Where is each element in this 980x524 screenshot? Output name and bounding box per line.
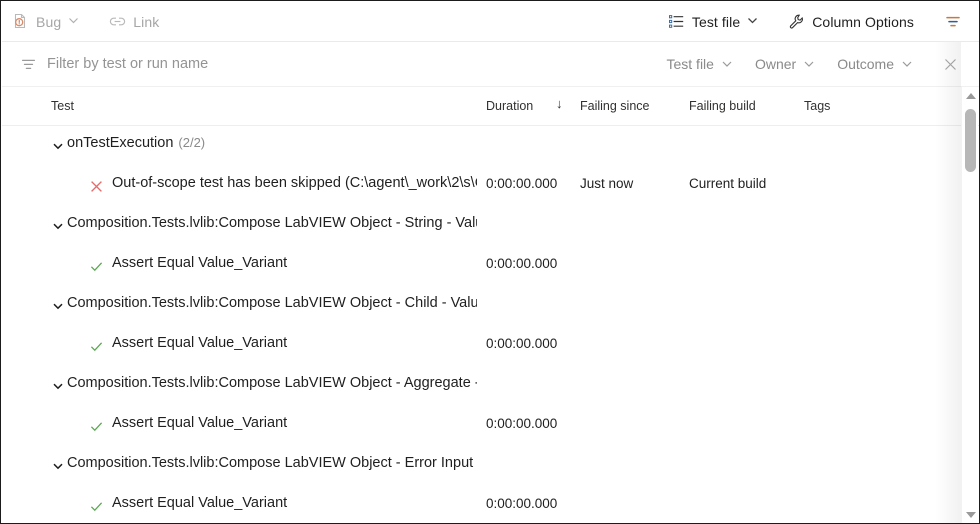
chevron-down-icon[interactable] xyxy=(51,379,65,393)
test-case-name: Assert Equal Value_Variant xyxy=(112,415,288,431)
test-case-name: Out-of-scope test has been skipped (C:\a… xyxy=(112,175,477,191)
filter-dropdown-outcome[interactable]: Outcome xyxy=(828,50,922,78)
triangle-up-icon xyxy=(965,92,976,99)
filter-dropdown-owner[interactable]: Owner xyxy=(746,50,824,78)
chevron-down-icon[interactable] xyxy=(51,299,65,313)
filter-dropdown-owner-label: Owner xyxy=(754,56,797,72)
filter-dropdown-outcome-label: Outcome xyxy=(837,56,894,72)
filter-icon xyxy=(20,56,37,73)
table-row[interactable]: Out-of-scope test has been skipped (C:\a… xyxy=(2,166,979,206)
close-icon xyxy=(943,57,958,72)
filter-toggle-button[interactable] xyxy=(938,8,968,36)
cell-failing_since: Just now xyxy=(580,176,634,191)
checkmark-icon xyxy=(88,338,104,354)
test-case-name: Assert Equal Value_Variant xyxy=(112,335,288,351)
close-filter-button[interactable] xyxy=(936,50,964,78)
column-header-failing-since[interactable]: Failing since xyxy=(580,99,649,113)
link-button-label: Link xyxy=(133,13,160,30)
toolbar-right-group: Test file Column Options xyxy=(658,8,979,36)
link-icon xyxy=(109,13,126,30)
test-group-row[interactable]: Composition.Tests.lvlib:Compose LabVIEW … xyxy=(2,446,979,486)
chevron-down-icon xyxy=(901,58,913,70)
vertical-scrollbar[interactable] xyxy=(961,87,978,523)
bug-button[interactable]: Bug xyxy=(4,8,87,36)
column-header-tags[interactable]: Tags xyxy=(804,99,830,113)
scroll-down-arrow[interactable] xyxy=(962,506,979,523)
scroll-thumb[interactable] xyxy=(965,109,976,172)
chevron-down-icon xyxy=(721,58,733,70)
link-button[interactable]: Link xyxy=(101,8,167,35)
table-row[interactable]: Assert Equal Value_Variant 0:00:00.000 xyxy=(2,486,979,523)
bug-button-label: Bug xyxy=(36,13,62,30)
checkmark-icon xyxy=(88,418,104,434)
test-results-list[interactable]: onTestExecution (2/2) Out-of-scope test ha… xyxy=(2,126,979,523)
chevron-down-icon[interactable] xyxy=(51,219,65,233)
test-group-name: Composition.Tests.lvlib:Compose LabVIEW … xyxy=(67,455,477,471)
test-group-name: onTestExecution (2/2) xyxy=(67,135,206,151)
test-results-panel: Bug Link Test file Column Options Filter… xyxy=(0,0,980,524)
close-x-icon xyxy=(88,178,104,194)
wrench-icon xyxy=(788,13,805,30)
cell-duration: 0:00:00.000 xyxy=(486,416,558,431)
chevron-down-icon[interactable] xyxy=(747,13,758,31)
column-options-button[interactable]: Column Options xyxy=(780,8,922,35)
sort-direction-icon[interactable]: ↓ xyxy=(556,96,563,111)
table-header: Test Duration ↓ Failing since Failing bu… xyxy=(2,87,979,126)
checkmark-icon xyxy=(88,258,104,274)
scroll-up-arrow[interactable] xyxy=(962,87,979,104)
test-group-row[interactable]: Composition.Tests.lvlib:Compose LabVIEW … xyxy=(2,206,979,246)
chevron-down-icon[interactable] xyxy=(51,139,65,153)
table-row[interactable]: Assert Equal Value_Variant 0:00:00.000 xyxy=(2,406,979,446)
chevron-down-icon[interactable] xyxy=(51,459,65,473)
cell-duration: 0:00:00.000 xyxy=(486,176,558,191)
table-row[interactable]: Assert Equal Value_Variant 0:00:00.000 xyxy=(2,326,979,366)
cell-duration: 0:00:00.000 xyxy=(486,256,558,271)
test-group-count: (2/2) xyxy=(178,135,206,150)
filter-input[interactable]: Filter by test or run name xyxy=(47,56,208,72)
column-header-failing-build[interactable]: Failing build xyxy=(689,99,756,113)
toolbar-left-group: Bug Link xyxy=(2,8,169,36)
test-group-row[interactable]: onTestExecution (2/2) xyxy=(2,126,979,166)
table-row[interactable]: Assert Equal Value_Variant 0:00:00.000 xyxy=(2,246,979,286)
cell-duration: 0:00:00.000 xyxy=(486,336,558,351)
cell-duration: 0:00:00.000 xyxy=(486,496,558,511)
filter-dropdown-group: Test file Owner Outcome xyxy=(657,50,979,78)
test-group-name: Composition.Tests.lvlib:Compose LabVIEW … xyxy=(67,215,477,231)
chevron-down-icon[interactable] xyxy=(68,13,79,31)
filter-dropdown-test-file-label: Test file xyxy=(666,56,714,72)
cell-failing_build: Current build xyxy=(689,176,767,191)
checkmark-icon xyxy=(88,498,104,514)
filter-input-group[interactable]: Filter by test or run name xyxy=(2,56,208,73)
list-group-icon xyxy=(668,13,685,30)
bug-icon xyxy=(12,13,29,30)
test-case-name: Assert Equal Value_Variant xyxy=(112,255,288,271)
test-file-grouping-button[interactable]: Test file xyxy=(660,8,766,36)
filter-dropdown-test-file[interactable]: Test file xyxy=(657,50,741,78)
triangle-down-icon xyxy=(965,511,976,518)
column-options-label: Column Options xyxy=(812,13,914,30)
command-toolbar: Bug Link Test file Column Options xyxy=(2,2,979,42)
test-group-row[interactable]: Composition.Tests.lvlib:Compose LabVIEW … xyxy=(2,286,979,326)
column-header-test[interactable]: Test xyxy=(51,99,74,113)
test-group-name: Composition.Tests.lvlib:Compose LabVIEW … xyxy=(67,375,477,391)
test-case-name: Assert Equal Value_Variant xyxy=(112,495,288,511)
test-group-row[interactable]: Composition.Tests.lvlib:Compose LabVIEW … xyxy=(2,366,979,406)
filter-icon xyxy=(944,13,962,31)
chevron-down-icon xyxy=(803,58,815,70)
test-group-name: Composition.Tests.lvlib:Compose LabVIEW … xyxy=(67,295,477,311)
filter-bar: Filter by test or run name Test file Own… xyxy=(2,42,979,87)
column-header-duration[interactable]: Duration xyxy=(486,99,533,113)
test-file-grouping-label: Test file xyxy=(691,13,741,30)
